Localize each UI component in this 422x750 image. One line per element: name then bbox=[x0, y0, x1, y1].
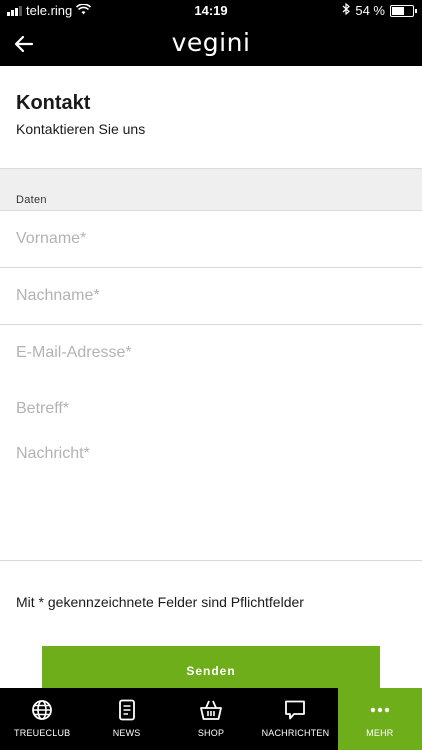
tab-news[interactable]: NEWS bbox=[84, 688, 168, 750]
chat-bubble-icon bbox=[284, 699, 306, 721]
page-title: Kontakt bbox=[16, 92, 91, 114]
tab-label: NACHRICHTEN bbox=[261, 728, 330, 738]
basket-icon bbox=[199, 699, 223, 721]
required-fields-note: Mit * gekennzeichnete Felder sind Pflich… bbox=[16, 594, 304, 610]
section-header-data: Daten bbox=[0, 168, 422, 211]
tab-label: NEWS bbox=[112, 728, 141, 738]
firstname-input[interactable] bbox=[16, 211, 406, 267]
email-field-row bbox=[0, 325, 422, 382]
send-button[interactable]: Senden bbox=[42, 646, 380, 688]
tab-label: SHOP bbox=[197, 728, 225, 738]
status-right: 54 % bbox=[342, 2, 417, 18]
tab-treueclub[interactable]: TREUECLUB bbox=[0, 688, 84, 750]
tab-mehr[interactable]: MEHR bbox=[337, 688, 422, 750]
vegini-logo: vegini bbox=[0, 28, 422, 57]
tab-nachrichten[interactable]: NACHRICHTEN bbox=[253, 688, 337, 750]
message-textarea[interactable] bbox=[16, 445, 406, 555]
tab-label: TREUECLUB bbox=[14, 728, 71, 738]
bottom-tab-bar: TREUECLUB NEWS SHOP NACHRICHTEN MEHR bbox=[0, 688, 422, 750]
firstname-field-row bbox=[0, 211, 422, 268]
document-icon bbox=[118, 699, 136, 721]
logo-text: vegini bbox=[171, 28, 251, 57]
email-input[interactable] bbox=[16, 325, 406, 381]
app-header: vegini bbox=[0, 22, 422, 66]
status-bar: tele.ring 14:19 54 % bbox=[0, 0, 422, 22]
globe-icon bbox=[31, 699, 53, 721]
contact-form-page: Kontakt Kontaktieren Sie uns Daten Mit *… bbox=[0, 66, 422, 688]
message-field-row bbox=[0, 437, 422, 561]
battery-icon bbox=[390, 4, 417, 17]
battery-percent: 54 % bbox=[355, 3, 385, 18]
lastname-input[interactable] bbox=[16, 268, 406, 324]
more-dots-icon bbox=[370, 699, 390, 721]
page-subtitle: Kontaktieren Sie uns bbox=[16, 121, 146, 137]
tab-shop[interactable]: SHOP bbox=[169, 688, 253, 750]
section-label: Daten bbox=[16, 194, 47, 206]
subject-input[interactable] bbox=[16, 381, 406, 437]
tab-label: MEHR bbox=[366, 728, 394, 738]
subject-field-row bbox=[0, 381, 422, 438]
lastname-field-row bbox=[0, 268, 422, 325]
bluetooth-icon bbox=[342, 2, 351, 18]
